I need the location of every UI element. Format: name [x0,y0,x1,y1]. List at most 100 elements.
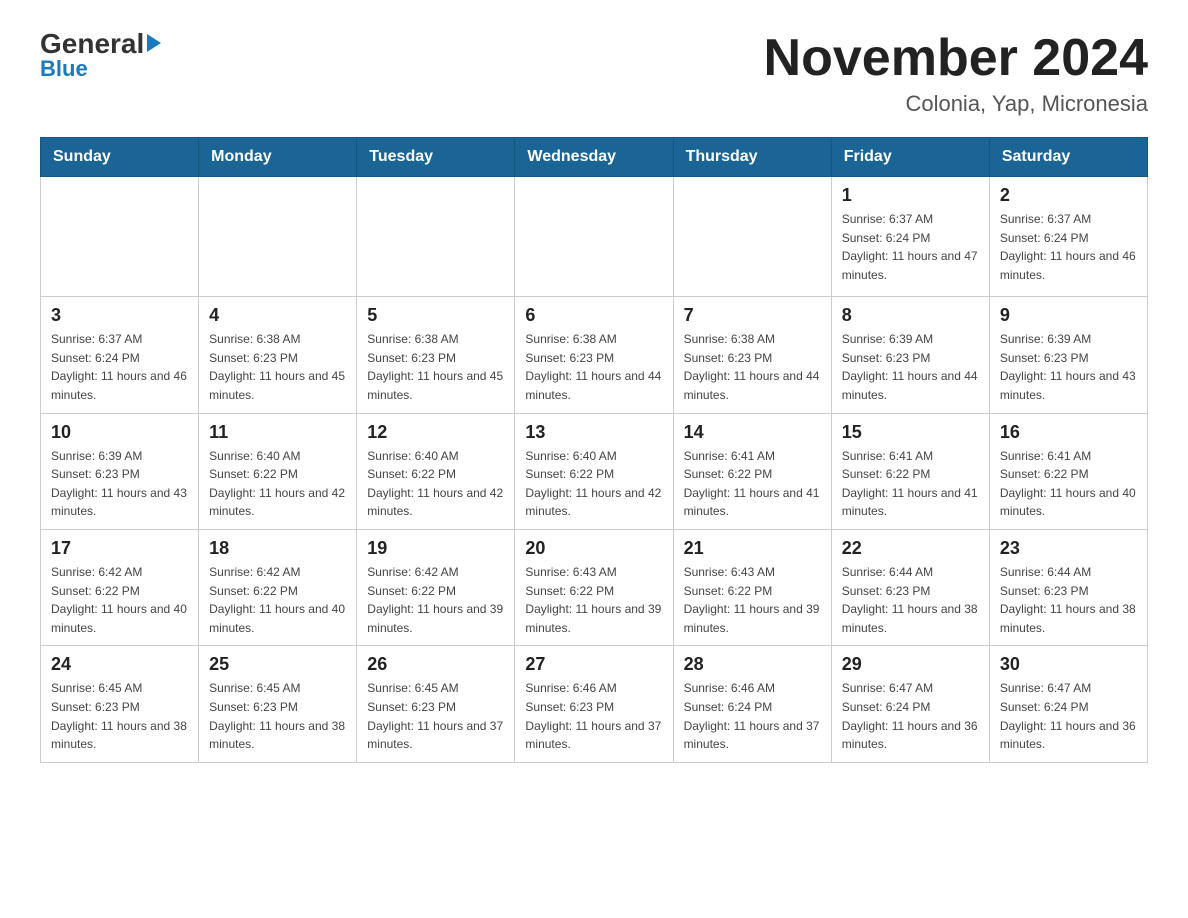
day-info: Sunrise: 6:47 AMSunset: 6:24 PMDaylight:… [842,679,979,753]
calendar-cell [515,177,673,297]
day-info: Sunrise: 6:37 AMSunset: 6:24 PMDaylight:… [842,210,979,284]
day-info: Sunrise: 6:40 AMSunset: 6:22 PMDaylight:… [525,447,662,521]
day-number: 30 [1000,654,1137,675]
day-number: 17 [51,538,188,559]
day-of-week-header: Friday [831,138,989,177]
calendar-cell: 14Sunrise: 6:41 AMSunset: 6:22 PMDayligh… [673,413,831,529]
day-info: Sunrise: 6:42 AMSunset: 6:22 PMDaylight:… [367,563,504,637]
calendar-cell: 21Sunrise: 6:43 AMSunset: 6:22 PMDayligh… [673,529,831,645]
day-info: Sunrise: 6:46 AMSunset: 6:23 PMDaylight:… [525,679,662,753]
day-number: 11 [209,422,346,443]
day-number: 24 [51,654,188,675]
day-number: 22 [842,538,979,559]
day-number: 18 [209,538,346,559]
day-info: Sunrise: 6:44 AMSunset: 6:23 PMDaylight:… [842,563,979,637]
calendar-cell: 8 Sunrise: 6:39 AMSunset: 6:23 PMDaylight… [831,297,989,413]
calendar-cell: 17 Sunrise: 6:42 AMSunset: 6:22 PMDayligh… [41,529,199,645]
day-number: 21 [684,538,821,559]
day-number: 27 [525,654,662,675]
calendar-cell: 27 Sunrise: 6:46 AMSunset: 6:23 PMDayligh… [515,646,673,762]
calendar-cell: 6Sunrise: 6:38 AMSunset: 6:23 PMDaylight… [515,297,673,413]
page-title: November 2024 [764,30,1148,87]
title-block: November 2024 Colonia, Yap, Micronesia [764,30,1148,117]
calendar-header: SundayMondayTuesdayWednesdayThursdayFrid… [41,138,1148,177]
day-number: 8 [842,305,979,326]
calendar-week-row: 3 Sunrise: 6:37 AMSunset: 6:24 PMDaylight… [41,297,1148,413]
calendar-cell: 10Sunrise: 6:39 AMSunset: 6:23 PMDayligh… [41,413,199,529]
day-number: 5 [367,305,504,326]
calendar-table: SundayMondayTuesdayWednesdayThursdayFrid… [40,137,1148,763]
days-header-row: SundayMondayTuesdayWednesdayThursdayFrid… [41,138,1148,177]
day-number: 15 [842,422,979,443]
calendar-cell: 25Sunrise: 6:45 AMSunset: 6:23 PMDayligh… [199,646,357,762]
day-of-week-header: Saturday [989,138,1147,177]
calendar-cell: 16 Sunrise: 6:41 AMSunset: 6:22 PMDayligh… [989,413,1147,529]
day-number: 16 [1000,422,1137,443]
day-info: Sunrise: 6:41 AMSunset: 6:22 PMDaylight:… [684,447,821,521]
calendar-cell: 15 Sunrise: 6:41 AMSunset: 6:22 PMDayligh… [831,413,989,529]
day-info: Sunrise: 6:39 AMSunset: 6:23 PMDaylight:… [842,330,979,404]
calendar-cell: 18 Sunrise: 6:42 AMSunset: 6:22 PMDayligh… [199,529,357,645]
day-number: 12 [367,422,504,443]
calendar-cell: 7 Sunrise: 6:38 AMSunset: 6:23 PMDaylight… [673,297,831,413]
day-info: Sunrise: 6:43 AMSunset: 6:22 PMDaylight:… [525,563,662,637]
calendar-cell: 20 Sunrise: 6:43 AMSunset: 6:22 PMDayligh… [515,529,673,645]
logo-blue-text: Blue [40,56,88,82]
day-number: 28 [684,654,821,675]
day-info: Sunrise: 6:41 AMSunset: 6:22 PMDaylight:… [1000,447,1137,521]
calendar-cell: 19Sunrise: 6:42 AMSunset: 6:22 PMDayligh… [357,529,515,645]
logo-general-text: General [40,30,144,58]
day-number: 25 [209,654,346,675]
day-number: 29 [842,654,979,675]
calendar-cell: 5 Sunrise: 6:38 AMSunset: 6:23 PMDaylight… [357,297,515,413]
day-info: Sunrise: 6:38 AMSunset: 6:23 PMDaylight:… [367,330,504,404]
day-number: 9 [1000,305,1137,326]
calendar-cell: 28 Sunrise: 6:46 AMSunset: 6:24 PMDayligh… [673,646,831,762]
day-of-week-header: Sunday [41,138,199,177]
day-number: 23 [1000,538,1137,559]
day-info: Sunrise: 6:45 AMSunset: 6:23 PMDaylight:… [367,679,504,753]
day-info: Sunrise: 6:42 AMSunset: 6:22 PMDaylight:… [51,563,188,637]
calendar-cell [673,177,831,297]
day-number: 26 [367,654,504,675]
day-info: Sunrise: 6:37 AMSunset: 6:24 PMDaylight:… [51,330,188,404]
calendar-cell: 3 Sunrise: 6:37 AMSunset: 6:24 PMDaylight… [41,297,199,413]
day-number: 7 [684,305,821,326]
day-info: Sunrise: 6:38 AMSunset: 6:23 PMDaylight:… [684,330,821,404]
calendar-body: 1 Sunrise: 6:37 AMSunset: 6:24 PMDaylight… [41,177,1148,763]
calendar-cell: 2 Sunrise: 6:37 AMSunset: 6:24 PMDaylight… [989,177,1147,297]
day-of-week-header: Tuesday [357,138,515,177]
calendar-cell: 11Sunrise: 6:40 AMSunset: 6:22 PMDayligh… [199,413,357,529]
day-number: 20 [525,538,662,559]
calendar-week-row: 17 Sunrise: 6:42 AMSunset: 6:22 PMDayligh… [41,529,1148,645]
day-number: 3 [51,305,188,326]
day-info: Sunrise: 6:44 AMSunset: 6:23 PMDaylight:… [1000,563,1137,637]
calendar-cell: 29 Sunrise: 6:47 AMSunset: 6:24 PMDayligh… [831,646,989,762]
day-info: Sunrise: 6:38 AMSunset: 6:23 PMDaylight:… [209,330,346,404]
calendar-cell: 30 Sunrise: 6:47 AMSunset: 6:24 PMDayligh… [989,646,1147,762]
day-number: 4 [209,305,346,326]
day-info: Sunrise: 6:47 AMSunset: 6:24 PMDaylight:… [1000,679,1137,753]
day-of-week-header: Thursday [673,138,831,177]
day-number: 2 [1000,185,1137,206]
calendar-cell: 1 Sunrise: 6:37 AMSunset: 6:24 PMDaylight… [831,177,989,297]
day-number: 6 [525,305,662,326]
calendar-cell: 12 Sunrise: 6:40 AMSunset: 6:22 PMDayligh… [357,413,515,529]
day-info: Sunrise: 6:40 AMSunset: 6:22 PMDaylight:… [367,447,504,521]
day-number: 13 [525,422,662,443]
day-info: Sunrise: 6:46 AMSunset: 6:24 PMDaylight:… [684,679,821,753]
calendar-week-row: 1 Sunrise: 6:37 AMSunset: 6:24 PMDaylight… [41,177,1148,297]
day-number: 1 [842,185,979,206]
day-info: Sunrise: 6:45 AMSunset: 6:23 PMDaylight:… [51,679,188,753]
day-info: Sunrise: 6:39 AMSunset: 6:23 PMDaylight:… [51,447,188,521]
calendar-cell [199,177,357,297]
calendar-cell: 23 Sunrise: 6:44 AMSunset: 6:23 PMDayligh… [989,529,1147,645]
day-info: Sunrise: 6:41 AMSunset: 6:22 PMDaylight:… [842,447,979,521]
logo: General Blue [40,30,161,82]
calendar-cell: 24 Sunrise: 6:45 AMSunset: 6:23 PMDayligh… [41,646,199,762]
day-info: Sunrise: 6:37 AMSunset: 6:24 PMDaylight:… [1000,210,1137,284]
day-info: Sunrise: 6:42 AMSunset: 6:22 PMDaylight:… [209,563,346,637]
page-subtitle: Colonia, Yap, Micronesia [764,91,1148,117]
day-of-week-header: Wednesday [515,138,673,177]
calendar-cell [41,177,199,297]
